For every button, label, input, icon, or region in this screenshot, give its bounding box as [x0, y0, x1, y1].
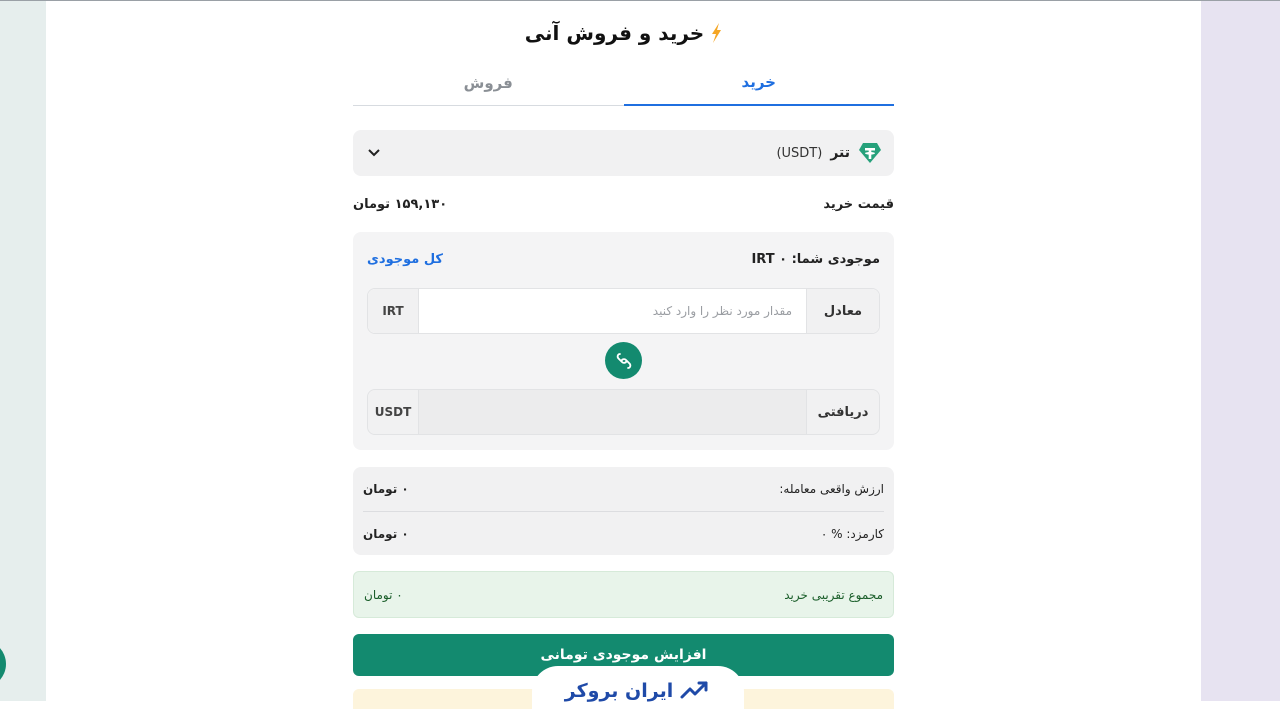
- receive-currency: USDT: [368, 390, 419, 434]
- tab-sell[interactable]: فروش: [353, 60, 624, 106]
- tether-icon: [859, 143, 881, 163]
- trade-tabs: خرید فروش: [353, 60, 894, 106]
- real-value-label: ارزش واقعی معامله:: [779, 482, 884, 496]
- bolt-icon: [712, 23, 722, 43]
- pay-amount-input[interactable]: [419, 289, 806, 333]
- trade-summary: ارزش واقعی معامله: ۰ تومان کارمزد: % ۰ ۰…: [353, 467, 894, 555]
- total-label: مجموع تقریبی خرید: [784, 587, 883, 602]
- asset-select[interactable]: تتر (USDT): [353, 130, 894, 176]
- asset-code: (USDT): [776, 145, 823, 161]
- fee-amount: ۰ تومان: [363, 526, 409, 541]
- page-title-text: خرید و فروش آنی: [524, 21, 705, 45]
- trend-up-icon: [680, 681, 708, 699]
- buy-price-value: ۱۵۹,۱۳۰ تومان: [353, 196, 448, 212]
- right-background: [1201, 1, 1280, 701]
- buy-price-row: قیمت خرید ۱۵۹,۱۳۰ تومان: [353, 192, 894, 216]
- asset-selected: تتر (USDT): [776, 142, 882, 164]
- real-value-amount: ۰ تومان: [363, 482, 409, 496]
- use-all-balance-link[interactable]: کل موجودی: [367, 252, 443, 267]
- swap-button[interactable]: [605, 342, 642, 379]
- asset-name: تتر: [830, 145, 850, 161]
- balance-row: موجودی شما: IRT ۰ کل موجودی: [367, 248, 880, 270]
- buy-price-label: قیمت خرید: [823, 196, 894, 212]
- balance-text: موجودی شما: IRT ۰: [751, 251, 880, 267]
- page-title: خرید و فروش آنی: [353, 16, 894, 50]
- swap-icon: [616, 352, 631, 369]
- pay-field-label: معادل: [806, 289, 879, 333]
- receive-field-label: دریافتی: [806, 390, 879, 434]
- receive-amount-field: دریافتی USDT: [367, 389, 880, 435]
- chevron-down-icon[interactable]: [367, 148, 381, 158]
- receive-amount-input: [419, 390, 806, 434]
- pay-amount-field: معادل IRT: [367, 288, 880, 334]
- brand-name: ایران بروکر: [564, 680, 674, 702]
- fee-label: کارمزد: % ۰: [820, 526, 884, 541]
- brand-badge: ایران بروکر: [532, 666, 744, 716]
- real-value-row: ارزش واقعی معامله: ۰ تومان: [363, 467, 884, 511]
- total-row: مجموع تقریبی خرید ۰ تومان: [353, 571, 894, 618]
- fee-row: کارمزد: % ۰ ۰ تومان: [363, 511, 884, 555]
- pay-currency: IRT: [368, 289, 419, 333]
- tab-buy[interactable]: خرید: [623, 60, 894, 106]
- amount-panel: موجودی شما: IRT ۰ کل موجودی معادل IRT در…: [353, 232, 894, 450]
- support-chat-button[interactable]: [0, 640, 6, 688]
- total-value: ۰ تومان: [364, 587, 403, 602]
